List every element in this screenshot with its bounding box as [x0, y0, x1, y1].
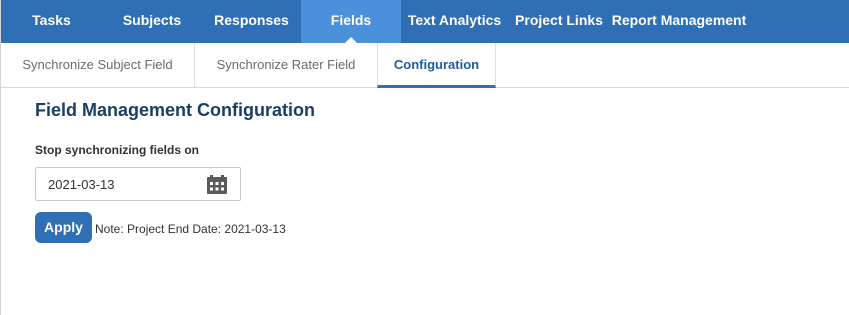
nav-fields-label: Fields — [330, 12, 372, 28]
tab-synchronize-subject-field-label: Synchronize Subject Field — [22, 57, 173, 72]
nav-report-management[interactable]: Report Management — [610, 0, 748, 43]
nav-responses[interactable]: Responses — [202, 0, 301, 43]
nav-fields[interactable]: Fields — [301, 0, 401, 43]
tab-configuration-label: Configuration — [393, 57, 480, 72]
stop-sync-date-input[interactable] — [37, 169, 197, 199]
project-end-date-note: Note: Project End Date: 2021-03-13 — [95, 222, 286, 236]
nav-text-analytics[interactable]: Text Analytics — [401, 0, 508, 43]
calendar-icon[interactable] — [206, 175, 228, 194]
nav-project-links[interactable]: Project Links — [508, 0, 610, 43]
sub-tabs: Synchronize Subject Field Synchronize Ra… — [1, 43, 849, 88]
app-frame: Tasks Subjects Responses Fields Text Ana… — [0, 0, 849, 315]
nav-responses-label: Responses — [214, 12, 289, 28]
stop-sync-date-field — [35, 167, 241, 201]
nav-report-management-label: Report Management — [611, 12, 747, 28]
nav-tasks[interactable]: Tasks — [1, 0, 102, 43]
apply-button[interactable]: Apply — [35, 212, 92, 243]
page-title: Field Management Configuration — [35, 100, 316, 120]
nav-text-analytics-label: Text Analytics — [407, 12, 502, 28]
nav-subjects-label: Subjects — [122, 12, 182, 28]
tab-synchronize-rater-field-label: Synchronize Rater Field — [216, 57, 356, 72]
nav-project-links-label: Project Links — [515, 12, 603, 28]
nav-subjects[interactable]: Subjects — [102, 0, 202, 43]
tab-synchronize-rater-field[interactable]: Synchronize Rater Field — [195, 43, 377, 87]
top-navigation: Tasks Subjects Responses Fields Text Ana… — [1, 0, 849, 43]
tab-synchronize-subject-field[interactable]: Synchronize Subject Field — [1, 43, 195, 87]
stop-sync-field-label: Stop synchronizing fields on — [35, 143, 200, 157]
tab-configuration[interactable]: Configuration — [377, 43, 496, 88]
nav-tasks-label: Tasks — [32, 12, 71, 28]
